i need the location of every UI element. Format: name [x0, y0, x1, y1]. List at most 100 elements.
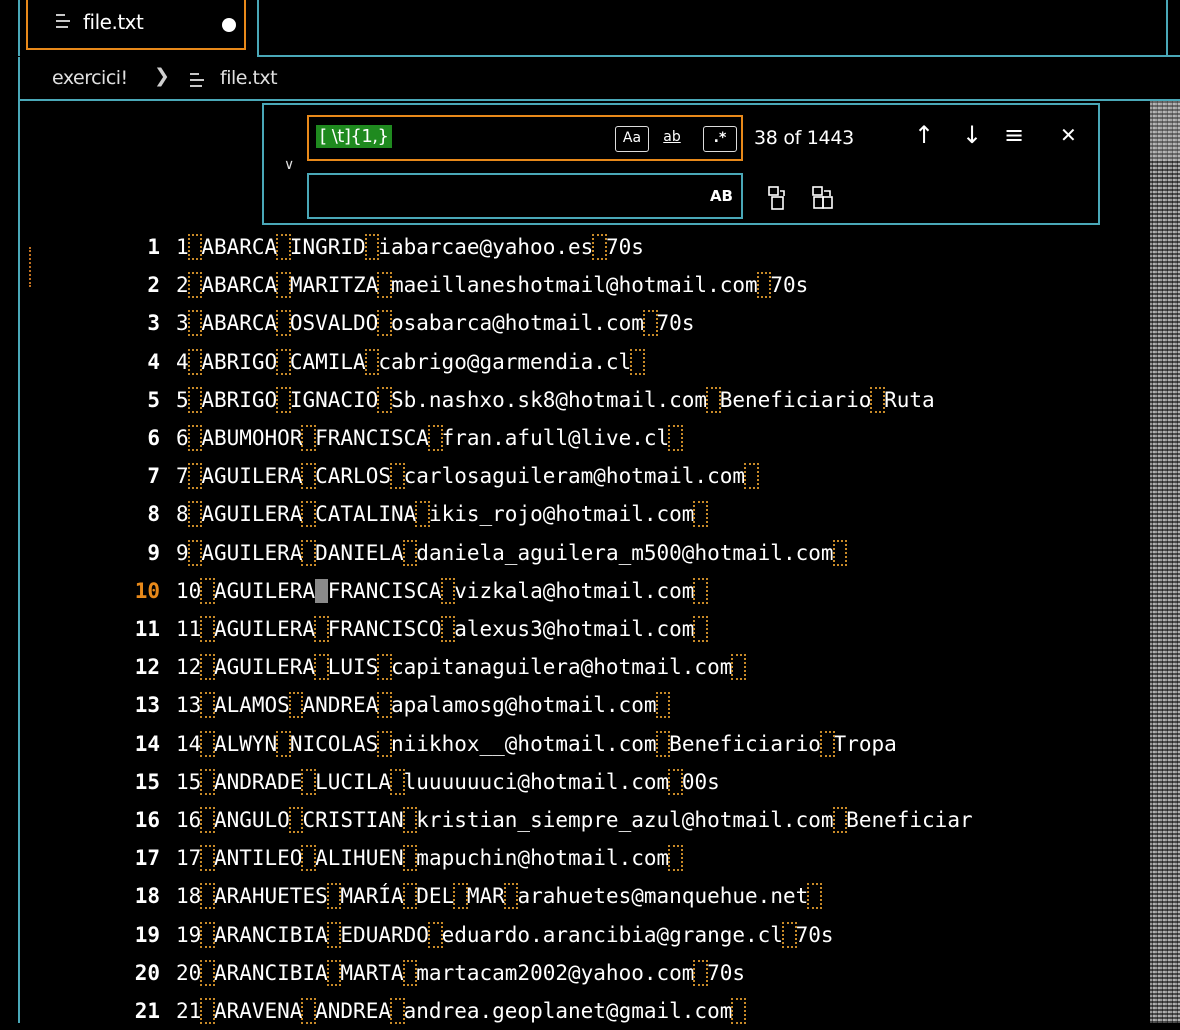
close-icon[interactable]: ✕: [1060, 123, 1077, 147]
preserve-case-button[interactable]: AB: [710, 187, 733, 205]
search-match: [326, 959, 342, 986]
match-case-button[interactable]: Aa: [615, 126, 649, 152]
line-number: 12: [134, 655, 160, 680]
find-in-selection-icon[interactable]: ≡: [1004, 123, 1024, 147]
line-text[interactable]: 12 AGUILERA LUIS capitanaguilera@hotmail…: [176, 648, 747, 686]
line-number: 16: [134, 808, 160, 832]
line-number: 14: [134, 731, 160, 756]
line-number: 6: [147, 426, 160, 450]
search-match: [364, 234, 380, 260]
search-match: [187, 463, 203, 490]
search-match: [288, 807, 304, 833]
tab-file-txt[interactable]: file.txt: [26, 0, 246, 50]
line-text[interactable]: 9 AGUILERA DANIELA daniela_aguilera_m500…: [176, 534, 848, 572]
find-input-value: [ \t]{1,}: [316, 125, 393, 148]
text-file-icon: [56, 14, 72, 30]
line-text[interactable]: 21 ARAVENA ANDREA andrea.geoplanet@gmail…: [176, 992, 747, 1030]
search-match: [693, 959, 709, 986]
search-match: [276, 386, 291, 413]
match-count: 38 of 1443: [754, 127, 854, 149]
line-text[interactable]: 10 AGUILERA FRANCISCA vizkala@hotmail.co…: [176, 572, 709, 610]
regex-button[interactable]: .*: [703, 126, 737, 152]
tab-bar-left-border: [18, 0, 20, 56]
line-number: 19: [134, 922, 160, 947]
line-text[interactable]: 16 ANGULO CRISTIAN kristian_siempre_azul…: [176, 801, 973, 839]
replace-input[interactable]: AB: [307, 173, 743, 219]
search-match: [402, 845, 418, 872]
line-number: 7: [147, 464, 160, 489]
line-text[interactable]: 4 ABRIGO CAMILA cabrigo@garmendia.cl: [176, 343, 645, 381]
line-number: 5: [147, 387, 160, 412]
line-text[interactable]: 6 ABUMOHOR FRANCISCA fran.afull@live.cl: [176, 419, 683, 457]
minimap[interactable]: [1150, 101, 1180, 1023]
line-text[interactable]: 11 AGUILERA FRANCISCO alexus3@hotmail.co…: [176, 610, 709, 648]
search-match: [427, 921, 443, 948]
line-text[interactable]: 19 ARANCIBIA EDUARDO eduardo.arancibia@g…: [176, 916, 834, 954]
minimap-slider[interactable]: [1150, 101, 1180, 161]
search-match: [326, 921, 342, 948]
line-number: 18: [134, 884, 160, 909]
search-match: [200, 921, 215, 948]
editor-area[interactable]: 11 ABARCA INGRID iabarcae@yahoo.es 70s 2 2…: [18, 101, 1150, 1024]
search-match: [693, 577, 709, 604]
search-match: [440, 577, 456, 604]
search-match: [187, 234, 203, 260]
search-match: [756, 272, 772, 299]
replace-all-icon[interactable]: [810, 185, 836, 217]
search-match: [200, 654, 215, 681]
line-text[interactable]: 5 ABRIGO IGNACIO Sb.nashxo.sk8@hotmail.c…: [176, 381, 935, 419]
search-match: [731, 654, 747, 681]
line-number: 20: [134, 960, 160, 985]
unsaved-dot-icon[interactable]: [222, 18, 236, 32]
search-match: [377, 272, 392, 299]
search-match: [377, 654, 392, 681]
find-input[interactable]: [ \t]{1,} Aa ab .*: [307, 115, 743, 161]
search-match: [187, 310, 203, 337]
search-match: [592, 234, 607, 260]
search-match: [288, 692, 304, 719]
next-match-arrow-icon[interactable]: ↓: [962, 123, 982, 147]
line-text[interactable]: 20 ARANCIBIA MARTA martacam2002@yahoo.co…: [176, 954, 745, 992]
breadcrumb-file[interactable]: file.txt: [220, 67, 278, 89]
search-match: [301, 501, 317, 528]
line-text[interactable]: 8 AGUILERA CATALINA ikis_rojo@hotmail.co…: [176, 495, 709, 533]
search-match: [187, 539, 203, 566]
search-match: [187, 348, 203, 375]
search-match: [402, 959, 418, 986]
line-text[interactable]: 15 ANDRADE LUCILA luuuuuuci@hotmail.com …: [176, 763, 720, 801]
search-match: [402, 539, 418, 566]
line-text[interactable]: 18 ARAHUETES MARÍA DEL MAR arahuetes@man…: [176, 877, 822, 915]
search-match: [200, 959, 215, 986]
line-number: 1: [147, 235, 160, 259]
line-text[interactable]: 2 ABARCA MARITZA maeillaneshotmail@hotma…: [176, 266, 808, 304]
breadcrumb-folder[interactable]: exercici!: [52, 67, 128, 89]
line-text[interactable]: 3 ABARCA OSVALDO osabarca@hotmail.com 70…: [176, 304, 694, 342]
line-text[interactable]: 17 ANTILEO ALIHUEN mapuchin@hotmail.com: [176, 839, 683, 877]
search-match: [326, 883, 342, 910]
toggle-replace-chevron-icon[interactable]: ∨: [284, 157, 294, 173]
search-match: [200, 807, 215, 833]
search-match: [364, 348, 380, 375]
line-number: 3: [147, 311, 160, 336]
search-match: [630, 348, 645, 375]
search-match: [668, 845, 683, 872]
line-text[interactable]: 7 AGUILERA CARLOS carlosaguileram@hotmai…: [176, 457, 759, 495]
search-match: [200, 692, 215, 719]
line-number: 10: [134, 578, 160, 603]
search-match: [668, 768, 683, 795]
search-match: [402, 883, 418, 910]
search-match: [314, 616, 329, 642]
breadcrumb: exercici! ❯ file.txt: [18, 57, 1180, 101]
previous-match-arrow-icon[interactable]: ↑: [914, 123, 934, 147]
search-match: [276, 272, 291, 299]
search-match: [187, 501, 203, 528]
line-number: 21: [134, 999, 160, 1023]
line-text[interactable]: 13 ALAMOS ANDREA apalamosg@hotmail.com: [176, 686, 671, 724]
line-text[interactable]: 14 ALWYN NICOLAS niikhox__@hotmail.com B…: [176, 725, 897, 763]
replace-one-icon[interactable]: [766, 185, 788, 217]
line-text[interactable]: 1 ABARCA INGRID iabarcae@yahoo.es 70s: [176, 228, 644, 266]
search-match: [301, 845, 317, 872]
whole-word-button[interactable]: ab: [655, 126, 689, 152]
search-match: [276, 234, 291, 260]
search-match: [819, 730, 835, 757]
